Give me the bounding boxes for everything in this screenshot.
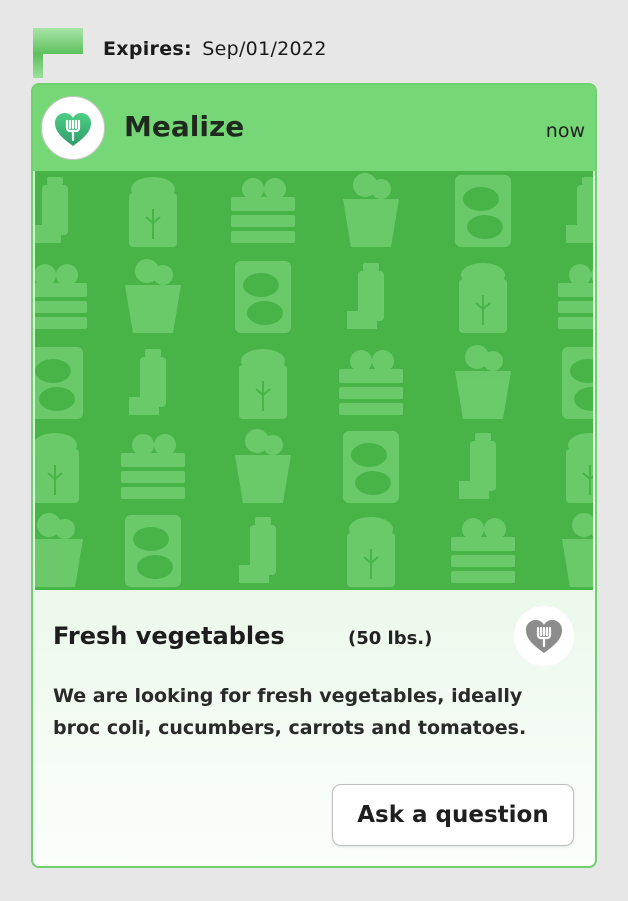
grocery-crate-icon	[231, 178, 295, 243]
grocery-meat-icon	[562, 347, 593, 419]
grocery-basket-icon	[35, 513, 83, 587]
card-header: Mealize now	[33, 85, 595, 171]
grocery-crate-icon	[451, 518, 515, 583]
grocery-bag-icon	[129, 177, 177, 247]
grocery-basket-icon	[562, 513, 593, 587]
request-card: Mealize now Fresh vegetables (50 lbs.) W…	[31, 83, 597, 868]
grocery-bottle-icon	[566, 177, 593, 243]
item-description: We are looking for fresh vegetables, ide…	[53, 685, 527, 739]
banner-image	[35, 171, 593, 590]
grocery-meat-icon	[235, 261, 291, 333]
grocery-bag-icon	[347, 517, 395, 587]
expires-label: Expires:	[103, 38, 192, 60]
grocery-crate-icon	[558, 264, 593, 329]
expires-date: Sep/01/2022	[202, 38, 327, 60]
grocery-meat-icon	[35, 347, 83, 419]
timestamp: now	[545, 120, 585, 142]
grocery-bag-icon	[35, 433, 79, 503]
grocery-basket-icon	[343, 173, 399, 247]
grocery-crate-icon	[121, 434, 185, 499]
heart-fork-icon[interactable]	[514, 606, 574, 666]
grocery-bottle-icon	[239, 517, 276, 583]
mealize-logo-icon	[41, 96, 105, 160]
grocery-bag-icon	[239, 349, 287, 419]
grocery-basket-icon	[235, 429, 291, 503]
app-name: Mealize	[124, 110, 245, 143]
item-title: Fresh vegetables	[53, 622, 285, 650]
grocery-bottle-icon	[347, 263, 384, 329]
expires-row: Expires: Sep/01/2022	[103, 38, 327, 60]
ask-question-button[interactable]: Ask a question	[332, 784, 574, 846]
grocery-pattern-icons	[35, 173, 593, 587]
grocery-meat-icon	[125, 515, 181, 587]
grocery-basket-icon	[455, 345, 511, 419]
item-quantity: (50 lbs.)	[348, 628, 433, 649]
grocery-bottle-icon	[35, 177, 68, 243]
grocery-bag-icon	[566, 433, 593, 503]
grocery-meat-icon	[343, 431, 399, 503]
grocery-crate-icon	[35, 264, 87, 329]
grocery-basket-icon	[125, 259, 181, 333]
grocery-bag-icon	[459, 263, 507, 333]
grocery-bottle-icon	[129, 349, 166, 415]
grocery-meat-icon	[455, 175, 511, 247]
grocery-bottle-icon	[459, 433, 496, 499]
grocery-crate-icon	[339, 350, 403, 415]
flag-icon	[33, 28, 83, 78]
